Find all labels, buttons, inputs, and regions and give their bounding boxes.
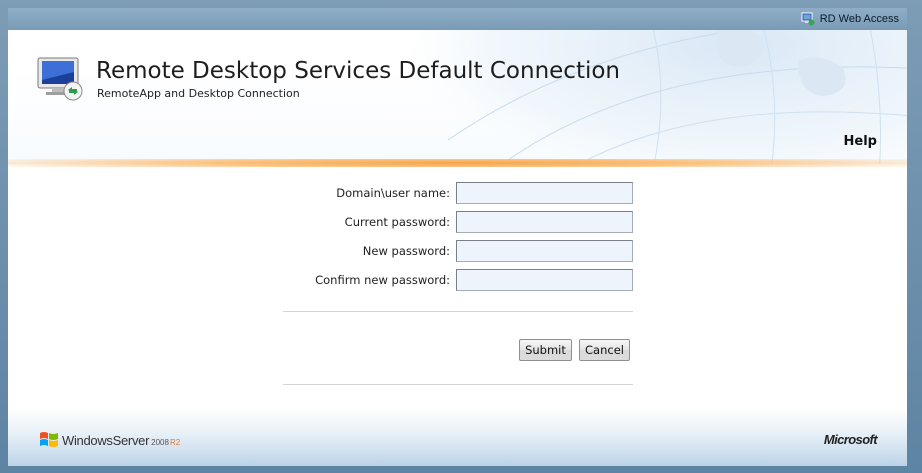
cancel-button[interactable]: Cancel: [579, 339, 630, 361]
header-divider: [8, 159, 907, 167]
page: Remote Desktop Services Default Connecti…: [8, 30, 907, 466]
form-row-current-password: Current password:: [8, 211, 907, 233]
rd-web-access-label: RD Web Access: [819, 13, 899, 25]
form-divider-top: [283, 311, 633, 312]
windows-server-version: 2008: [151, 438, 169, 447]
confirm-password-label: Confirm new password:: [315, 273, 450, 287]
windows-server-logo: WindowsServer 2008 R2: [38, 430, 180, 448]
page-title: Remote Desktop Services Default Connecti…: [96, 58, 621, 84]
page-subtitle: RemoteApp and Desktop Connection: [97, 87, 300, 100]
globe-background: [408, 30, 907, 164]
footer: WindowsServer 2008 R2 Microsoft: [8, 408, 907, 466]
rd-web-access-icon: [801, 12, 815, 26]
current-password-label: Current password:: [344, 215, 450, 229]
form-row-new-password: New password:: [8, 240, 907, 262]
help-link[interactable]: Help: [844, 134, 877, 149]
current-password-input[interactable]: [456, 211, 633, 233]
form-row-domain-user: Domain\user name:: [8, 182, 907, 204]
submit-button[interactable]: Submit: [519, 339, 572, 361]
windows-server-text: WindowsServer: [62, 433, 150, 448]
windows-server-edition: R2: [169, 438, 181, 447]
new-password-input[interactable]: [456, 240, 633, 262]
domain-user-input[interactable]: [456, 182, 633, 204]
rd-web-access-link[interactable]: RD Web Access: [801, 12, 899, 26]
top-bar: RD Web Access: [8, 8, 907, 30]
new-password-label: New password:: [362, 244, 450, 258]
header: Remote Desktop Services Default Connecti…: [8, 30, 907, 164]
form-row-confirm-password: Confirm new password:: [8, 269, 907, 291]
remote-computer-icon: [37, 57, 83, 101]
form-actions: Submit Cancel: [8, 339, 907, 361]
windows-flag-icon: [40, 432, 58, 447]
domain-user-label: Domain\user name:: [336, 186, 450, 200]
microsoft-logo: Microsoft: [823, 432, 878, 447]
confirm-password-input[interactable]: [456, 269, 633, 291]
form-divider-bottom: [283, 384, 633, 385]
